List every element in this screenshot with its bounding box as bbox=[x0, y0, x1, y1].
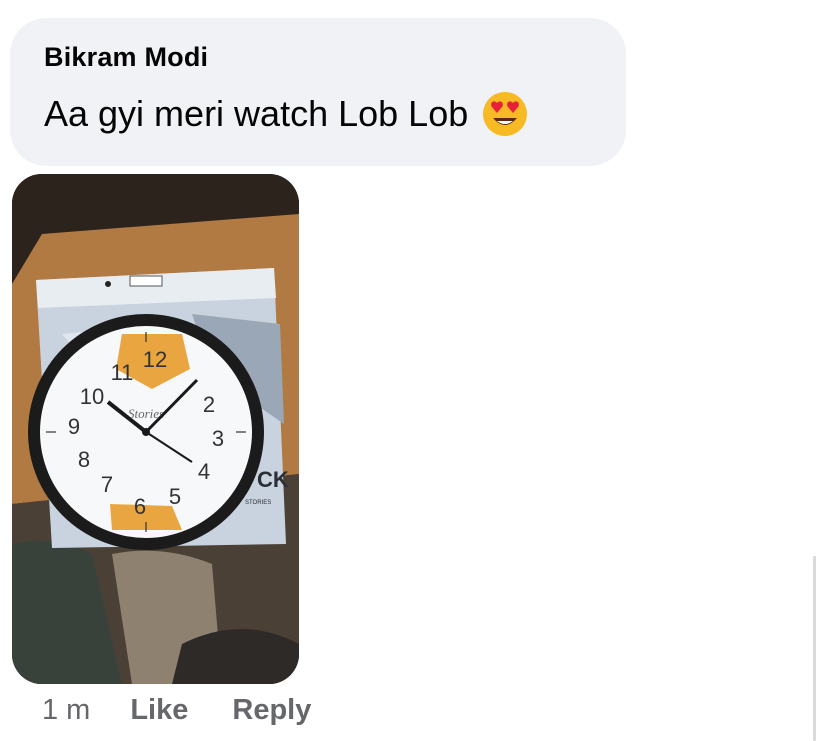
clock-numeral: 9 bbox=[68, 414, 80, 439]
reply-button[interactable]: Reply bbox=[232, 694, 311, 727]
comment-actions: 1 m Like Reply bbox=[42, 690, 355, 730]
comment-bubble: Bikram Modi Aa gyi meri watch Lob Lob bbox=[10, 18, 626, 166]
comment-text-row: Aa gyi meri watch Lob Lob bbox=[44, 91, 594, 137]
comment-author[interactable]: Bikram Modi bbox=[44, 42, 594, 73]
clock-numeral: 11 bbox=[111, 360, 134, 385]
comment-text: Aa gyi meri watch Lob Lob bbox=[44, 93, 469, 134]
scrollbar[interactable] bbox=[813, 556, 816, 741]
clock-numeral: 8 bbox=[78, 447, 90, 472]
clock-numeral: 10 bbox=[80, 384, 104, 409]
comment-time[interactable]: 1 m bbox=[42, 694, 90, 727]
like-button[interactable]: Like bbox=[130, 694, 188, 727]
box-sublabel: STORIES bbox=[245, 500, 271, 506]
comment-photo[interactable]: CK STORIES 12 2 3 4 5 6 7 8 9 10 11 Stor… bbox=[12, 174, 299, 684]
clock-numeral: 2 bbox=[203, 392, 215, 417]
clock-numeral: 12 bbox=[143, 347, 167, 372]
wall-clock: 12 2 3 4 5 6 7 8 9 10 11 Stories bbox=[28, 314, 264, 550]
clock-numeral: 4 bbox=[198, 459, 210, 484]
clock-numeral: 6 bbox=[134, 494, 146, 519]
clock-numeral: 7 bbox=[101, 472, 113, 497]
heart-eyes-emoji-icon bbox=[483, 92, 528, 136]
clock-photo-scene: CK STORIES 12 2 3 4 5 6 7 8 9 10 11 Stor… bbox=[12, 174, 299, 684]
box-label: CK bbox=[257, 467, 289, 492]
clock-numeral: 3 bbox=[212, 426, 224, 451]
clock-numeral: 5 bbox=[169, 484, 181, 509]
